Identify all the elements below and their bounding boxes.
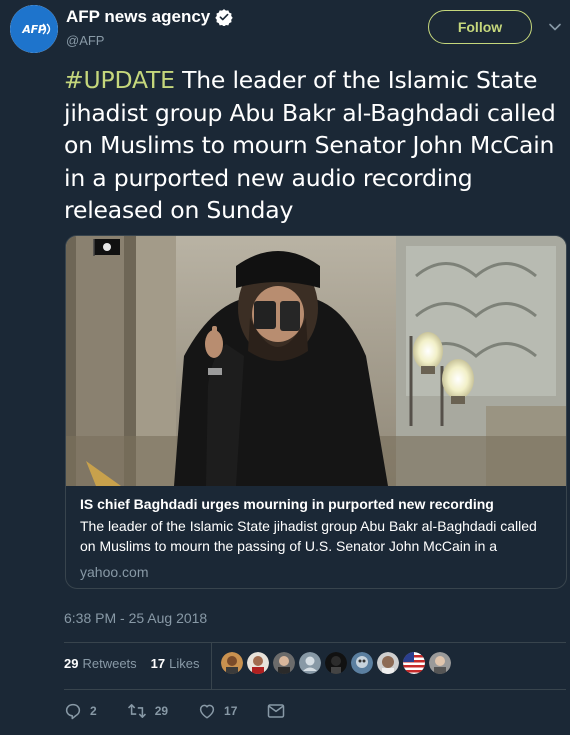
card-image[interactable]: [66, 236, 566, 486]
card-photo: [66, 236, 566, 486]
liker-avatar[interactable]: [221, 652, 243, 674]
card-body: IS chief Baghdadi urges mourning in purp…: [80, 494, 556, 582]
reply-count: 2: [90, 704, 97, 718]
likes-label[interactable]: Likes: [169, 656, 199, 671]
retweet-action[interactable]: 29: [127, 702, 168, 720]
logo-waves-icon: [42, 23, 51, 35]
liker-avatar[interactable]: [403, 652, 425, 674]
divider: [64, 689, 566, 690]
chevron-down-icon[interactable]: [548, 20, 562, 34]
like-count: 17: [224, 704, 238, 718]
tweet-text: #UPDATE The leader of the Islamic State …: [64, 64, 560, 227]
tweet-stats: 29 Retweets 17 Likes: [64, 656, 214, 671]
reply-icon: [65, 703, 81, 720]
likes-count[interactable]: 17: [151, 656, 165, 671]
reply-action[interactable]: 2: [64, 702, 97, 720]
card-title: IS chief Baghdadi urges mourning in purp…: [80, 496, 494, 512]
link-card[interactable]: IS chief Baghdadi urges mourning in purp…: [65, 235, 567, 589]
liker-avatar[interactable]: [351, 652, 373, 674]
card-description: The leader of the Islamic State jihadist…: [80, 518, 537, 554]
liker-avatar[interactable]: [247, 652, 269, 674]
heart-icon: [199, 704, 215, 719]
direct-message-icon: [268, 704, 285, 718]
follow-button[interactable]: Follow: [428, 10, 532, 44]
likers-avatars: [221, 652, 455, 674]
like-action[interactable]: 17: [198, 702, 237, 720]
retweet-icon: [127, 704, 146, 718]
hashtag-link[interactable]: #UPDATE: [64, 66, 175, 94]
divider: [64, 642, 566, 643]
retweets-count[interactable]: 29: [64, 656, 78, 671]
avatar[interactable]: AFP: [10, 5, 58, 53]
liker-avatar[interactable]: [325, 652, 347, 674]
handle[interactable]: @AFP: [66, 33, 104, 48]
tweet-header: AFP AFP news agency @AFP Follow: [0, 0, 570, 60]
tweet-timestamp[interactable]: 6:38 PM - 25 Aug 2018: [64, 610, 207, 626]
tweet-actions: 2 29 17: [64, 702, 323, 720]
verified-badge-icon: [215, 9, 233, 26]
liker-avatar[interactable]: [429, 652, 451, 674]
liker-avatar[interactable]: [273, 652, 295, 674]
name-line: AFP news agency: [66, 7, 233, 27]
retweets-label[interactable]: Retweets: [82, 656, 136, 671]
direct-message-action[interactable]: [267, 703, 293, 719]
liker-avatar[interactable]: [377, 652, 399, 674]
card-domain: yahoo.com: [80, 564, 149, 580]
liker-avatar[interactable]: [299, 652, 321, 674]
retweet-count: 29: [154, 704, 169, 718]
afp-logo: AFP: [10, 5, 58, 53]
display-name[interactable]: AFP news agency: [66, 7, 210, 27]
